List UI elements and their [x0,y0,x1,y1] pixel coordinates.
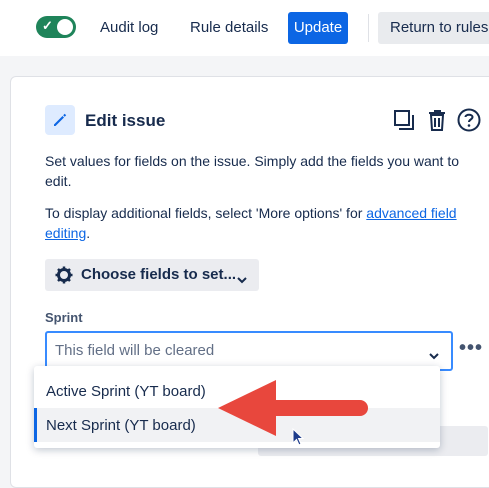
action-title: Edit issue [85,111,166,130]
duplicate-icon[interactable] [391,107,417,133]
annotation-arrow-icon [218,380,368,436]
rule-details-button[interactable]: Rule details [180,12,278,44]
pencil-icon [45,105,75,135]
option-label: Next Sprint (YT board) [46,417,196,434]
top-toolbar: ✓ Audit log Rule details Update Return t… [0,0,489,56]
hint-suffix: . [86,225,91,241]
sprint-select[interactable]: This field will be cleared [45,331,453,371]
option-label: Active Sprint (YT board) [46,383,206,400]
choose-fields-label: Choose fields to set... [81,266,237,283]
audit-log-button[interactable]: Audit log [90,12,168,44]
gear-icon [55,266,73,289]
mouse-pointer-icon [292,428,305,446]
rule-enabled-toggle[interactable]: ✓ [36,16,76,38]
toggle-knob [57,19,73,35]
help-icon[interactable] [456,107,482,133]
check-icon: ✓ [42,18,53,33]
toolbar-divider [368,14,369,42]
return-to-rules-button[interactable]: Return to rules [378,12,489,44]
advanced-editing-hint: To display additional fields, select 'Mo… [45,203,485,243]
action-description: Set values for fields on the issue. Simp… [45,153,460,189]
choose-fields-button[interactable]: Choose fields to set... [45,259,259,291]
sprint-label: Sprint [45,310,83,325]
more-options-button[interactable]: ••• [459,337,483,360]
chevron-down-icon [237,271,247,289]
trash-icon[interactable] [424,107,450,133]
hint-text: To display additional fields, select 'Mo… [45,205,367,221]
update-button[interactable]: Update [288,12,348,44]
sprint-placeholder: This field will be cleared [55,342,215,359]
chevron-down-icon [429,347,439,365]
